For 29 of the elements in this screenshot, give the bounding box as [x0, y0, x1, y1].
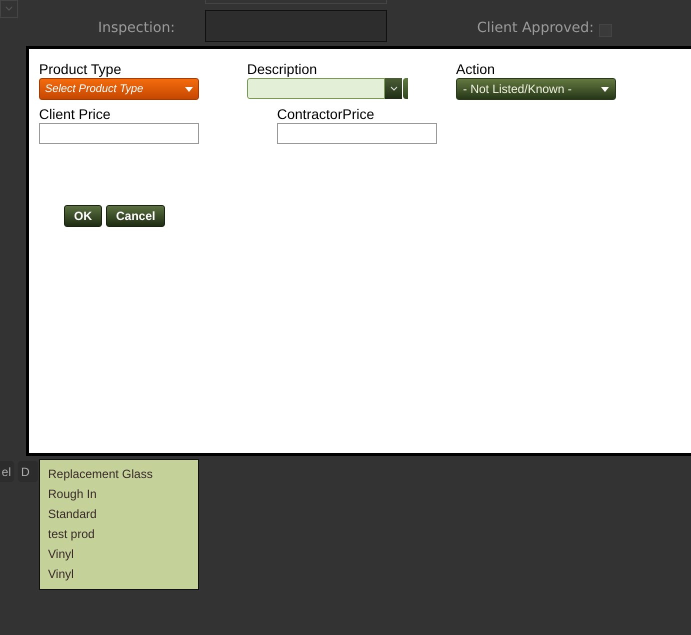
list-item[interactable]: Vinyl [48, 564, 190, 584]
dim-button[interactable]: D [18, 461, 38, 482]
chevron-icon [390, 86, 398, 91]
list-item[interactable]: Replacement Glass [48, 464, 190, 484]
description-field[interactable] [247, 78, 385, 99]
list-item[interactable]: test prod [48, 524, 190, 544]
contractor-price-field[interactable] [277, 123, 437, 144]
inspection-field[interactable] [205, 10, 387, 42]
caret-icon [185, 86, 193, 92]
field-label: ContractorPrice [277, 106, 376, 123]
dropdown-button[interactable] [385, 78, 402, 99]
ok-button[interactable]: OK [64, 205, 102, 227]
field-label: Product Type [39, 61, 122, 78]
product-type-dropdown[interactable]: Select Product Type [39, 78, 199, 100]
inspection-label: Inspection: [98, 20, 176, 36]
client-price-field[interactable] [39, 123, 199, 144]
caret-icon [601, 86, 609, 92]
field-label: Client Price [39, 106, 112, 123]
chevron-icon [4, 5, 14, 13]
field-label: Description [247, 61, 318, 78]
list-item[interactable]: Standard [48, 504, 190, 524]
dim-button[interactable]: el [0, 461, 14, 482]
add-button[interactable] [403, 78, 408, 99]
list-item[interactable]: Rough In [48, 484, 190, 504]
list-item[interactable]: Vinyl [48, 544, 190, 564]
client-approved-label: Client Approved: [477, 20, 594, 36]
field-label: Action [456, 61, 496, 78]
action-dropdown[interactable]: - Not Listed/Known - [456, 78, 616, 100]
cancel-button[interactable]: Cancel [106, 205, 166, 227]
